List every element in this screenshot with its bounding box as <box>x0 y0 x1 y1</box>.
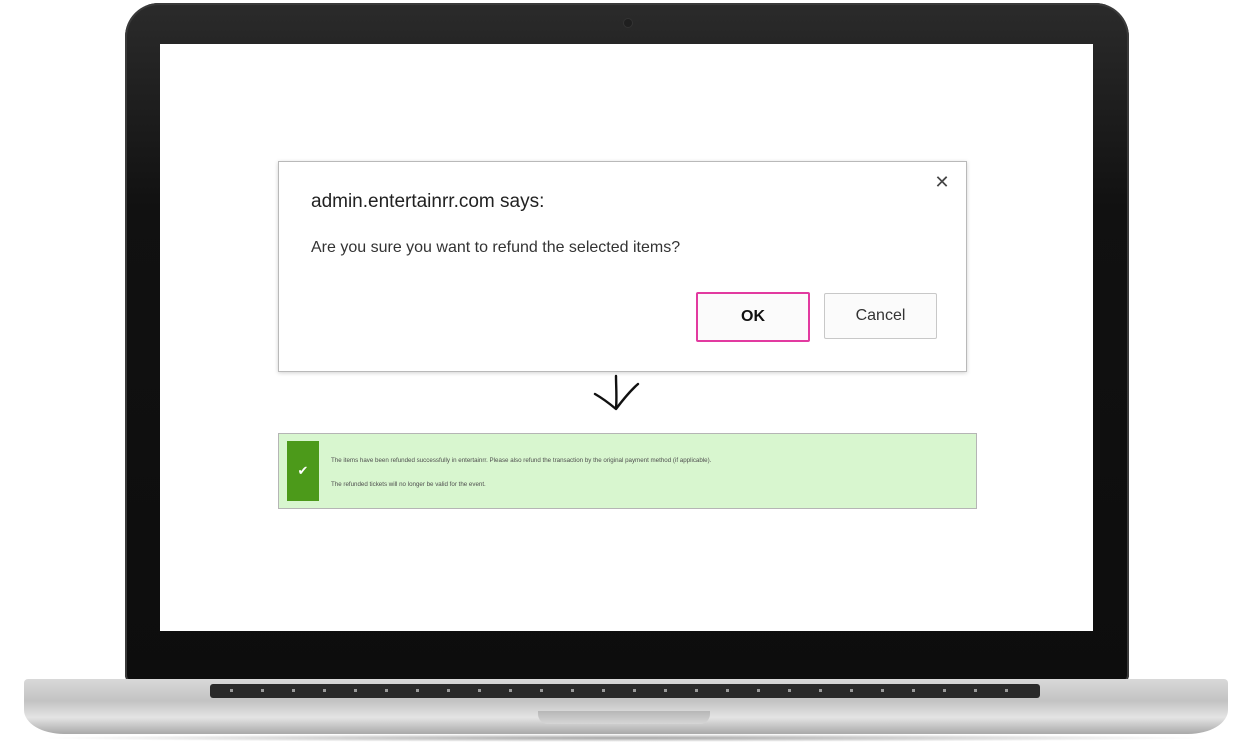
key-dot <box>447 689 450 692</box>
key-dot <box>354 689 357 692</box>
key-dot <box>385 689 388 692</box>
key-dot <box>819 689 822 692</box>
checkmark-icon: ✔ <box>287 441 319 501</box>
key-dot <box>974 689 977 692</box>
key-dot <box>478 689 481 692</box>
key-dot <box>943 689 946 692</box>
key-dot <box>1005 689 1008 692</box>
notice-line-2: The refunded tickets will no longer be v… <box>331 481 486 488</box>
close-icon[interactable]: ✕ <box>932 172 952 192</box>
success-notice: ✔ The items have been refunded successfu… <box>278 433 977 509</box>
key-dot <box>664 689 667 692</box>
key-dot <box>261 689 264 692</box>
key-dot <box>912 689 915 692</box>
key-dot <box>850 689 853 692</box>
laptop-shadow <box>36 734 1216 742</box>
laptop-frame: ✕ admin.entertainrr.com says: Are you su… <box>0 0 1249 753</box>
screen: ✕ admin.entertainrr.com says: Are you su… <box>160 44 1093 631</box>
key-dot <box>292 689 295 692</box>
key-dot <box>416 689 419 692</box>
key-dot <box>633 689 636 692</box>
dialog-message: Are you sure you want to refund the sele… <box>311 239 681 256</box>
confirm-dialog: ✕ admin.entertainrr.com says: Are you su… <box>278 161 967 372</box>
key-dot <box>230 689 233 692</box>
key-dot <box>602 689 605 692</box>
key-dot <box>540 689 543 692</box>
key-dot <box>571 689 574 692</box>
arrow-down-icon <box>593 374 640 411</box>
key-dot <box>881 689 884 692</box>
dialog-title: admin.entertainrr.com says: <box>311 191 545 212</box>
keyboard-strip <box>210 684 1040 698</box>
key-dot <box>323 689 326 692</box>
webcam <box>624 19 632 27</box>
notice-line-1: The items have been refunded successfull… <box>331 457 712 464</box>
key-dot <box>757 689 760 692</box>
ok-button[interactable]: OK <box>696 292 810 342</box>
key-dot <box>695 689 698 692</box>
key-dot <box>726 689 729 692</box>
laptop-notch <box>538 711 710 724</box>
cancel-button[interactable]: Cancel <box>824 293 937 339</box>
key-dot <box>788 689 791 692</box>
key-dot <box>509 689 512 692</box>
